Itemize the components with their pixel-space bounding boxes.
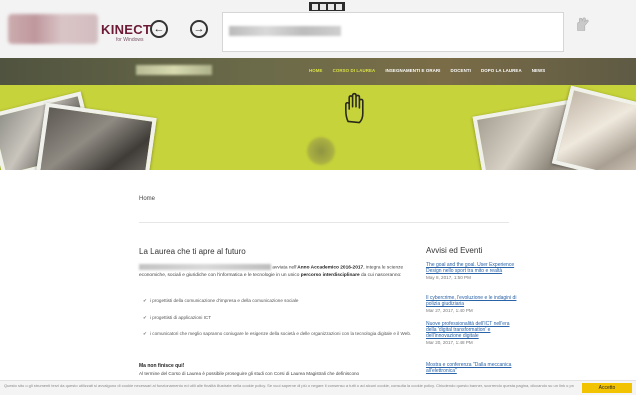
sidebar-title: Avvisi ed Eventi: [426, 246, 483, 255]
hero-photo-right-front: [551, 85, 636, 170]
event-date: May 8, 2017, 1:50 PM: [426, 275, 471, 280]
logo-blurred: [8, 14, 98, 44]
kinect-brand-sub: for Windows: [116, 37, 144, 43]
event-link[interactable]: Il cybercrime, l'evoluzione e le indagin…: [426, 295, 521, 307]
section-text: Al termine del Corso di Laurea è possibi…: [139, 371, 360, 376]
kinect-browser-bar: KINECT for Windows ← →: [0, 0, 636, 59]
hero-photo-left-front: [35, 102, 157, 170]
intro-year: Anno Accademico 2016-2017: [297, 265, 364, 271]
event-link[interactable]: Mostra e conferenza "Dalla meccanica all…: [426, 362, 521, 374]
section-subtitle: Ma non finisce qui!: [139, 363, 185, 369]
nav-news[interactable]: NEWS: [532, 68, 546, 73]
divider: [139, 222, 509, 223]
breadcrumb[interactable]: Home: [139, 196, 155, 202]
hand-cursor-icon: [577, 17, 589, 31]
event-date: Mar 20, 2017, 1:48 PM: [426, 340, 473, 345]
event-date: Mar 27, 2017, 1:40 PM: [426, 308, 473, 313]
nav-dopo-la-laurea[interactable]: DOPO LA LAUREA: [481, 68, 522, 73]
nav-home[interactable]: HOME: [309, 68, 323, 73]
main-nav: HOME CORSO DI LAUREA INSEGNAMENTI E ORAR…: [309, 68, 545, 73]
event-item: Mostra e conferenza "Dalla meccanica all…: [426, 362, 521, 374]
nav-corso-di-laurea[interactable]: CORSO DI LAUREA: [333, 68, 376, 73]
page-title: La Laurea che ti apre al futuro: [139, 247, 246, 256]
intro-path: percorso interdisciplinare: [300, 273, 360, 279]
intro-paragraph: avviata nell'Anno Accademico 2016-2017, …: [139, 264, 419, 280]
blurred-text: [139, 264, 271, 270]
event-link[interactable]: The goal and the goal. User Experience D…: [426, 262, 521, 274]
tool-icon[interactable]: [328, 3, 334, 10]
kinect-brand: KINECT: [101, 22, 152, 37]
intro-end: da cui nasceranno:: [359, 273, 402, 279]
event-item: Il cybercrime, l'evoluzione e le indagin…: [426, 295, 521, 313]
address-blurred: [229, 26, 341, 36]
nav-docenti[interactable]: DOCENTI: [451, 68, 471, 73]
event-item: Nuove professionalità dell'ICT nell'era …: [426, 321, 521, 345]
bullet-list: i progettisti della comunicazione d'impr…: [143, 297, 421, 347]
tool-icon[interactable]: [312, 3, 318, 10]
tool-icon[interactable]: [320, 3, 326, 10]
hand-icon: [345, 92, 364, 124]
back-arrow-icon[interactable]: ←: [150, 20, 168, 38]
nav-insegnamenti[interactable]: INSEGNAMENTI E ORARI: [385, 68, 440, 73]
list-item: i progettisti di applicazioni ICT: [143, 314, 421, 322]
avatar: [307, 137, 335, 165]
tool-icon[interactable]: [336, 3, 342, 10]
event-item: The goal and the goal. User Experience D…: [426, 262, 521, 280]
list-item: i progettisti della comunicazione d'impr…: [143, 297, 421, 305]
window-tools[interactable]: [309, 2, 345, 11]
site-name-blurred: [136, 65, 212, 75]
cookie-text: Questo sito o gli strumenti terzi da que…: [4, 384, 574, 388]
cookie-banner: Questo sito o gli strumenti terzi da que…: [0, 380, 636, 395]
forward-arrow-icon[interactable]: →: [190, 20, 208, 38]
list-item: i comunicatori che meglio sapranno coniu…: [143, 330, 421, 338]
address-bar[interactable]: [222, 12, 564, 52]
intro-after-blur: avviata nell': [271, 265, 298, 271]
event-link[interactable]: Nuove professionalità dell'ICT nell'era …: [426, 321, 521, 339]
accept-cookie-button[interactable]: Accetto: [582, 383, 632, 393]
